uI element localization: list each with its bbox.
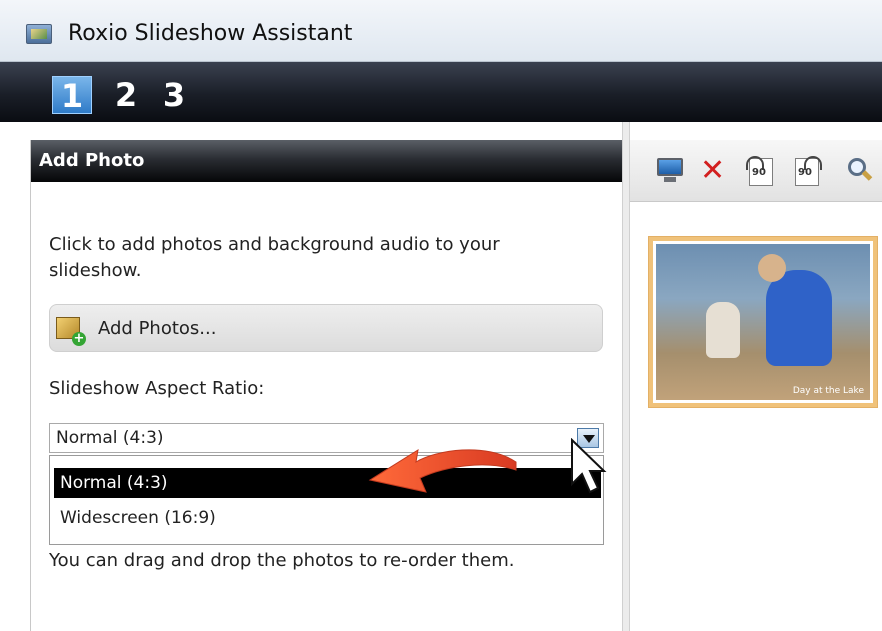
photo-thumbnail[interactable]: Day at the Lake xyxy=(649,237,877,407)
aspect-ratio-label: Slideshow Aspect Ratio: xyxy=(49,378,265,399)
rotate-left-label: 90 xyxy=(752,167,766,178)
step-bar: 1 2 3 xyxy=(0,62,882,122)
hint-text: You can drag and drop the photos to re-o… xyxy=(49,550,515,571)
add-photo-panel: Add Photo Click to add photos and backgr… xyxy=(30,140,623,631)
mouse-cursor-icon xyxy=(571,438,607,494)
monitor-icon[interactable] xyxy=(656,156,686,186)
step-2[interactable]: 2 xyxy=(112,76,140,114)
add-photos-label: Add Photos... xyxy=(98,318,217,339)
delete-icon[interactable]: ✕ xyxy=(700,156,730,186)
red-arrow-annotation xyxy=(368,448,517,493)
panel-header: Add Photo xyxy=(31,140,623,182)
window-title: Roxio Slideshow Assistant xyxy=(68,21,353,46)
panel-splitter[interactable] xyxy=(622,122,630,631)
photo-caption: Day at the Lake xyxy=(792,386,864,396)
step-3[interactable]: 3 xyxy=(160,76,188,114)
aspect-ratio-value: Normal (4:3) xyxy=(56,428,164,448)
photo-image: Day at the Lake xyxy=(656,244,870,400)
rotate-right-label: 90 xyxy=(798,167,812,178)
option-widescreen[interactable]: Widescreen (16:9) xyxy=(54,503,601,533)
step-1[interactable]: 1 xyxy=(52,76,92,115)
add-photos-button[interactable]: Add Photos... xyxy=(49,304,603,352)
rotate-right-icon[interactable]: 90 xyxy=(792,156,824,188)
rotate-left-icon[interactable]: 90 xyxy=(746,156,778,188)
intro-text: Click to add photos and background audio… xyxy=(49,234,500,281)
zoom-icon[interactable] xyxy=(846,156,876,186)
title-bar: Roxio Slideshow Assistant xyxy=(0,0,882,62)
photo-area: Day at the Lake xyxy=(630,203,882,631)
photo-toolbar: ✕ 90 90 xyxy=(630,140,882,202)
app-icon xyxy=(26,24,52,44)
add-photo-icon xyxy=(56,317,86,346)
